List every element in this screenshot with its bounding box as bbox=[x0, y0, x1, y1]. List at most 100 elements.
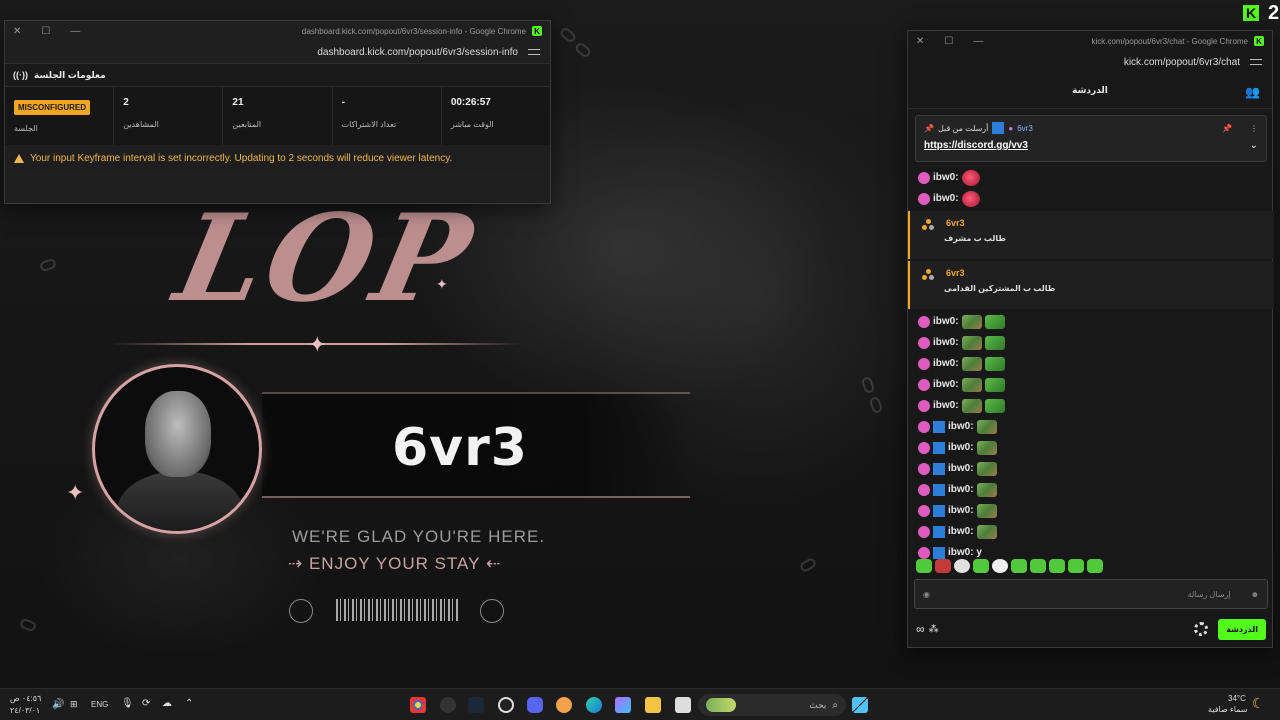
task-view-icon[interactable] bbox=[675, 697, 691, 713]
emote-icon[interactable] bbox=[1049, 559, 1065, 573]
points-icon[interactable]: ⁂ bbox=[929, 624, 939, 635]
windows-start-icon[interactable] bbox=[852, 697, 868, 713]
chat-username[interactable]: ibw0: bbox=[933, 316, 959, 327]
stat-value: - bbox=[341, 97, 345, 108]
site-settings-icon[interactable] bbox=[528, 47, 540, 57]
subscriber-card: 6vr3 طالب ب المشتركين القدامى bbox=[908, 261, 1274, 309]
url-bar[interactable]: dashboard.kick.com/popout/6vr3/session-i… bbox=[5, 41, 550, 63]
settings-icon[interactable] bbox=[498, 697, 514, 713]
chat-username[interactable]: ibw0: bbox=[933, 337, 959, 348]
emote-icon bbox=[961, 169, 980, 186]
chat-username[interactable]: ibw0: bbox=[933, 172, 959, 183]
emoji-icon[interactable]: ◉ bbox=[923, 590, 930, 599]
chat-message[interactable]: ibw0: bbox=[908, 167, 1274, 188]
chat-messages[interactable]: ibw0: ibw0: 6vr3 طالب ب مشرف 6vr3 طالب ب المش… bbox=[908, 167, 1274, 559]
chat-username[interactable]: ibw0: bbox=[948, 421, 974, 432]
chat-input[interactable]: ◉ إرسال رسالة ☻ bbox=[914, 579, 1268, 609]
chat-message[interactable]: ibw0: bbox=[908, 458, 1274, 479]
chat-message[interactable]: ibw0: bbox=[908, 332, 1274, 353]
chat-send-button[interactable]: الدردشة bbox=[1218, 618, 1266, 640]
emote-icon[interactable] bbox=[1087, 559, 1103, 573]
maximize-icon[interactable]: ☐ bbox=[41, 26, 50, 37]
copilot-icon[interactable] bbox=[615, 697, 631, 713]
emote-icon[interactable] bbox=[954, 559, 970, 573]
edge-icon[interactable] bbox=[586, 697, 602, 713]
emote-icon[interactable] bbox=[1030, 559, 1046, 573]
smiley-icon[interactable]: ☻ bbox=[1251, 590, 1259, 599]
emote-icon[interactable] bbox=[973, 559, 989, 573]
chat-message[interactable]: ibw0: bbox=[908, 374, 1274, 395]
infinity-icon[interactable]: ∞ bbox=[916, 622, 925, 636]
language-indicator[interactable]: ENG bbox=[91, 700, 108, 709]
window-titlebar: ✕ ☐ — kick.com/popout/6vr3/chat - Google… bbox=[908, 31, 1272, 51]
chevron-up-icon[interactable]: ⌃ bbox=[185, 698, 193, 709]
chat-username[interactable]: ibw0: bbox=[933, 358, 959, 369]
stat-value: 00:26:57 bbox=[450, 97, 491, 108]
emote-icon[interactable] bbox=[935, 559, 951, 573]
verified-badge-icon bbox=[933, 441, 945, 454]
kick-favicon-icon: K bbox=[1254, 36, 1264, 46]
more-options-icon[interactable]: ⋮ bbox=[1250, 124, 1258, 133]
weather-temp[interactable]: 34°C bbox=[1228, 694, 1246, 703]
chrome-icon[interactable] bbox=[410, 697, 426, 713]
chat-username[interactable]: ibw0: bbox=[948, 442, 974, 453]
volume-icon[interactable]: 🔊 bbox=[52, 699, 64, 710]
moon-icon[interactable]: ☾ bbox=[1252, 695, 1265, 712]
url-text[interactable]: dashboard.kick.com/popout/6vr3/session-i… bbox=[317, 47, 518, 58]
emote-icon[interactable] bbox=[1068, 559, 1084, 573]
chat-username[interactable]: ibw0: bbox=[933, 193, 959, 204]
url-text[interactable]: kick.com/popout/6vr3/chat bbox=[1124, 57, 1240, 68]
users-icon[interactable]: 👥 bbox=[1245, 85, 1260, 99]
emote-icon[interactable] bbox=[1011, 559, 1027, 573]
emote-icon[interactable] bbox=[916, 559, 932, 573]
chat-message[interactable]: ibw0: bbox=[908, 353, 1274, 374]
minimize-icon[interactable]: — bbox=[973, 36, 983, 47]
steam-icon[interactable] bbox=[468, 697, 484, 713]
chat-message[interactable]: ibw0: bbox=[908, 188, 1274, 209]
chevron-down-icon[interactable]: ⌄ bbox=[1250, 140, 1258, 151]
app-icon[interactable] bbox=[556, 697, 572, 713]
chat-message[interactable]: ibw0: bbox=[908, 500, 1274, 521]
chat-username[interactable]: ibw0: bbox=[948, 484, 974, 495]
sync-icon[interactable]: ⟳ bbox=[142, 698, 150, 709]
chat-username[interactable]: ibw0: bbox=[948, 505, 974, 516]
chat-username[interactable]: ibw0: bbox=[933, 379, 959, 390]
taskbar-search[interactable]: بحث ⌕ bbox=[698, 694, 846, 716]
file-explorer-icon[interactable] bbox=[645, 697, 661, 713]
chat-message[interactable]: ibw0: bbox=[908, 437, 1274, 458]
chat-username[interactable]: ibw0: bbox=[933, 400, 959, 411]
close-icon[interactable]: ✕ bbox=[13, 26, 21, 37]
emote-icon bbox=[984, 314, 1005, 329]
onedrive-icon[interactable]: ☁ bbox=[162, 698, 172, 709]
mic-icon[interactable]: 🎙 bbox=[121, 698, 134, 709]
minimize-icon[interactable]: — bbox=[70, 26, 80, 37]
stat-value: 2 bbox=[123, 97, 129, 108]
weather-desc[interactable]: سماء صافية bbox=[1208, 705, 1248, 714]
pinned-message[interactable]: 📌 أرسلت من قبل ● 6vr3 📌 ⋮ https://discor… bbox=[915, 115, 1267, 162]
chat-username[interactable]: ibw0: y bbox=[948, 547, 982, 558]
emote-icon[interactable] bbox=[992, 559, 1008, 573]
network-icon[interactable]: ⊞ bbox=[70, 699, 78, 710]
discord-icon[interactable] bbox=[527, 697, 543, 713]
chat-message[interactable]: ibw0: bbox=[908, 311, 1274, 332]
clock-date[interactable]: ٢٤/٠٣/٠١ bbox=[10, 706, 40, 715]
pin-icon[interactable]: 📌 bbox=[1222, 124, 1232, 133]
sub-username[interactable]: 6vr3 bbox=[946, 218, 1274, 228]
chat-message[interactable]: ibw0: bbox=[908, 395, 1274, 416]
chat-message[interactable]: ibw0: bbox=[908, 521, 1274, 542]
chat-message[interactable]: ibw0: bbox=[908, 479, 1274, 500]
gear-icon[interactable] bbox=[1194, 622, 1209, 636]
verified-badge-icon bbox=[933, 525, 945, 538]
chat-message[interactable]: ibw0: bbox=[908, 416, 1274, 437]
close-icon[interactable]: ✕ bbox=[916, 36, 924, 47]
sub-username[interactable]: 6vr3 bbox=[946, 268, 1274, 278]
pinned-link[interactable]: https://discord.gg/vv3 bbox=[924, 140, 1028, 151]
chat-username[interactable]: ibw0: bbox=[948, 526, 974, 537]
site-settings-icon[interactable] bbox=[1250, 57, 1262, 67]
chat-username[interactable]: ibw0: bbox=[948, 463, 974, 474]
maximize-icon[interactable]: ☐ bbox=[944, 36, 953, 47]
app-icon[interactable] bbox=[440, 697, 456, 713]
clock-time[interactable]: ٠٤:٥٦ ص bbox=[10, 694, 41, 703]
url-bar[interactable]: kick.com/popout/6vr3/chat bbox=[908, 51, 1272, 73]
chat-message[interactable]: ibw0: y bbox=[908, 542, 1274, 559]
